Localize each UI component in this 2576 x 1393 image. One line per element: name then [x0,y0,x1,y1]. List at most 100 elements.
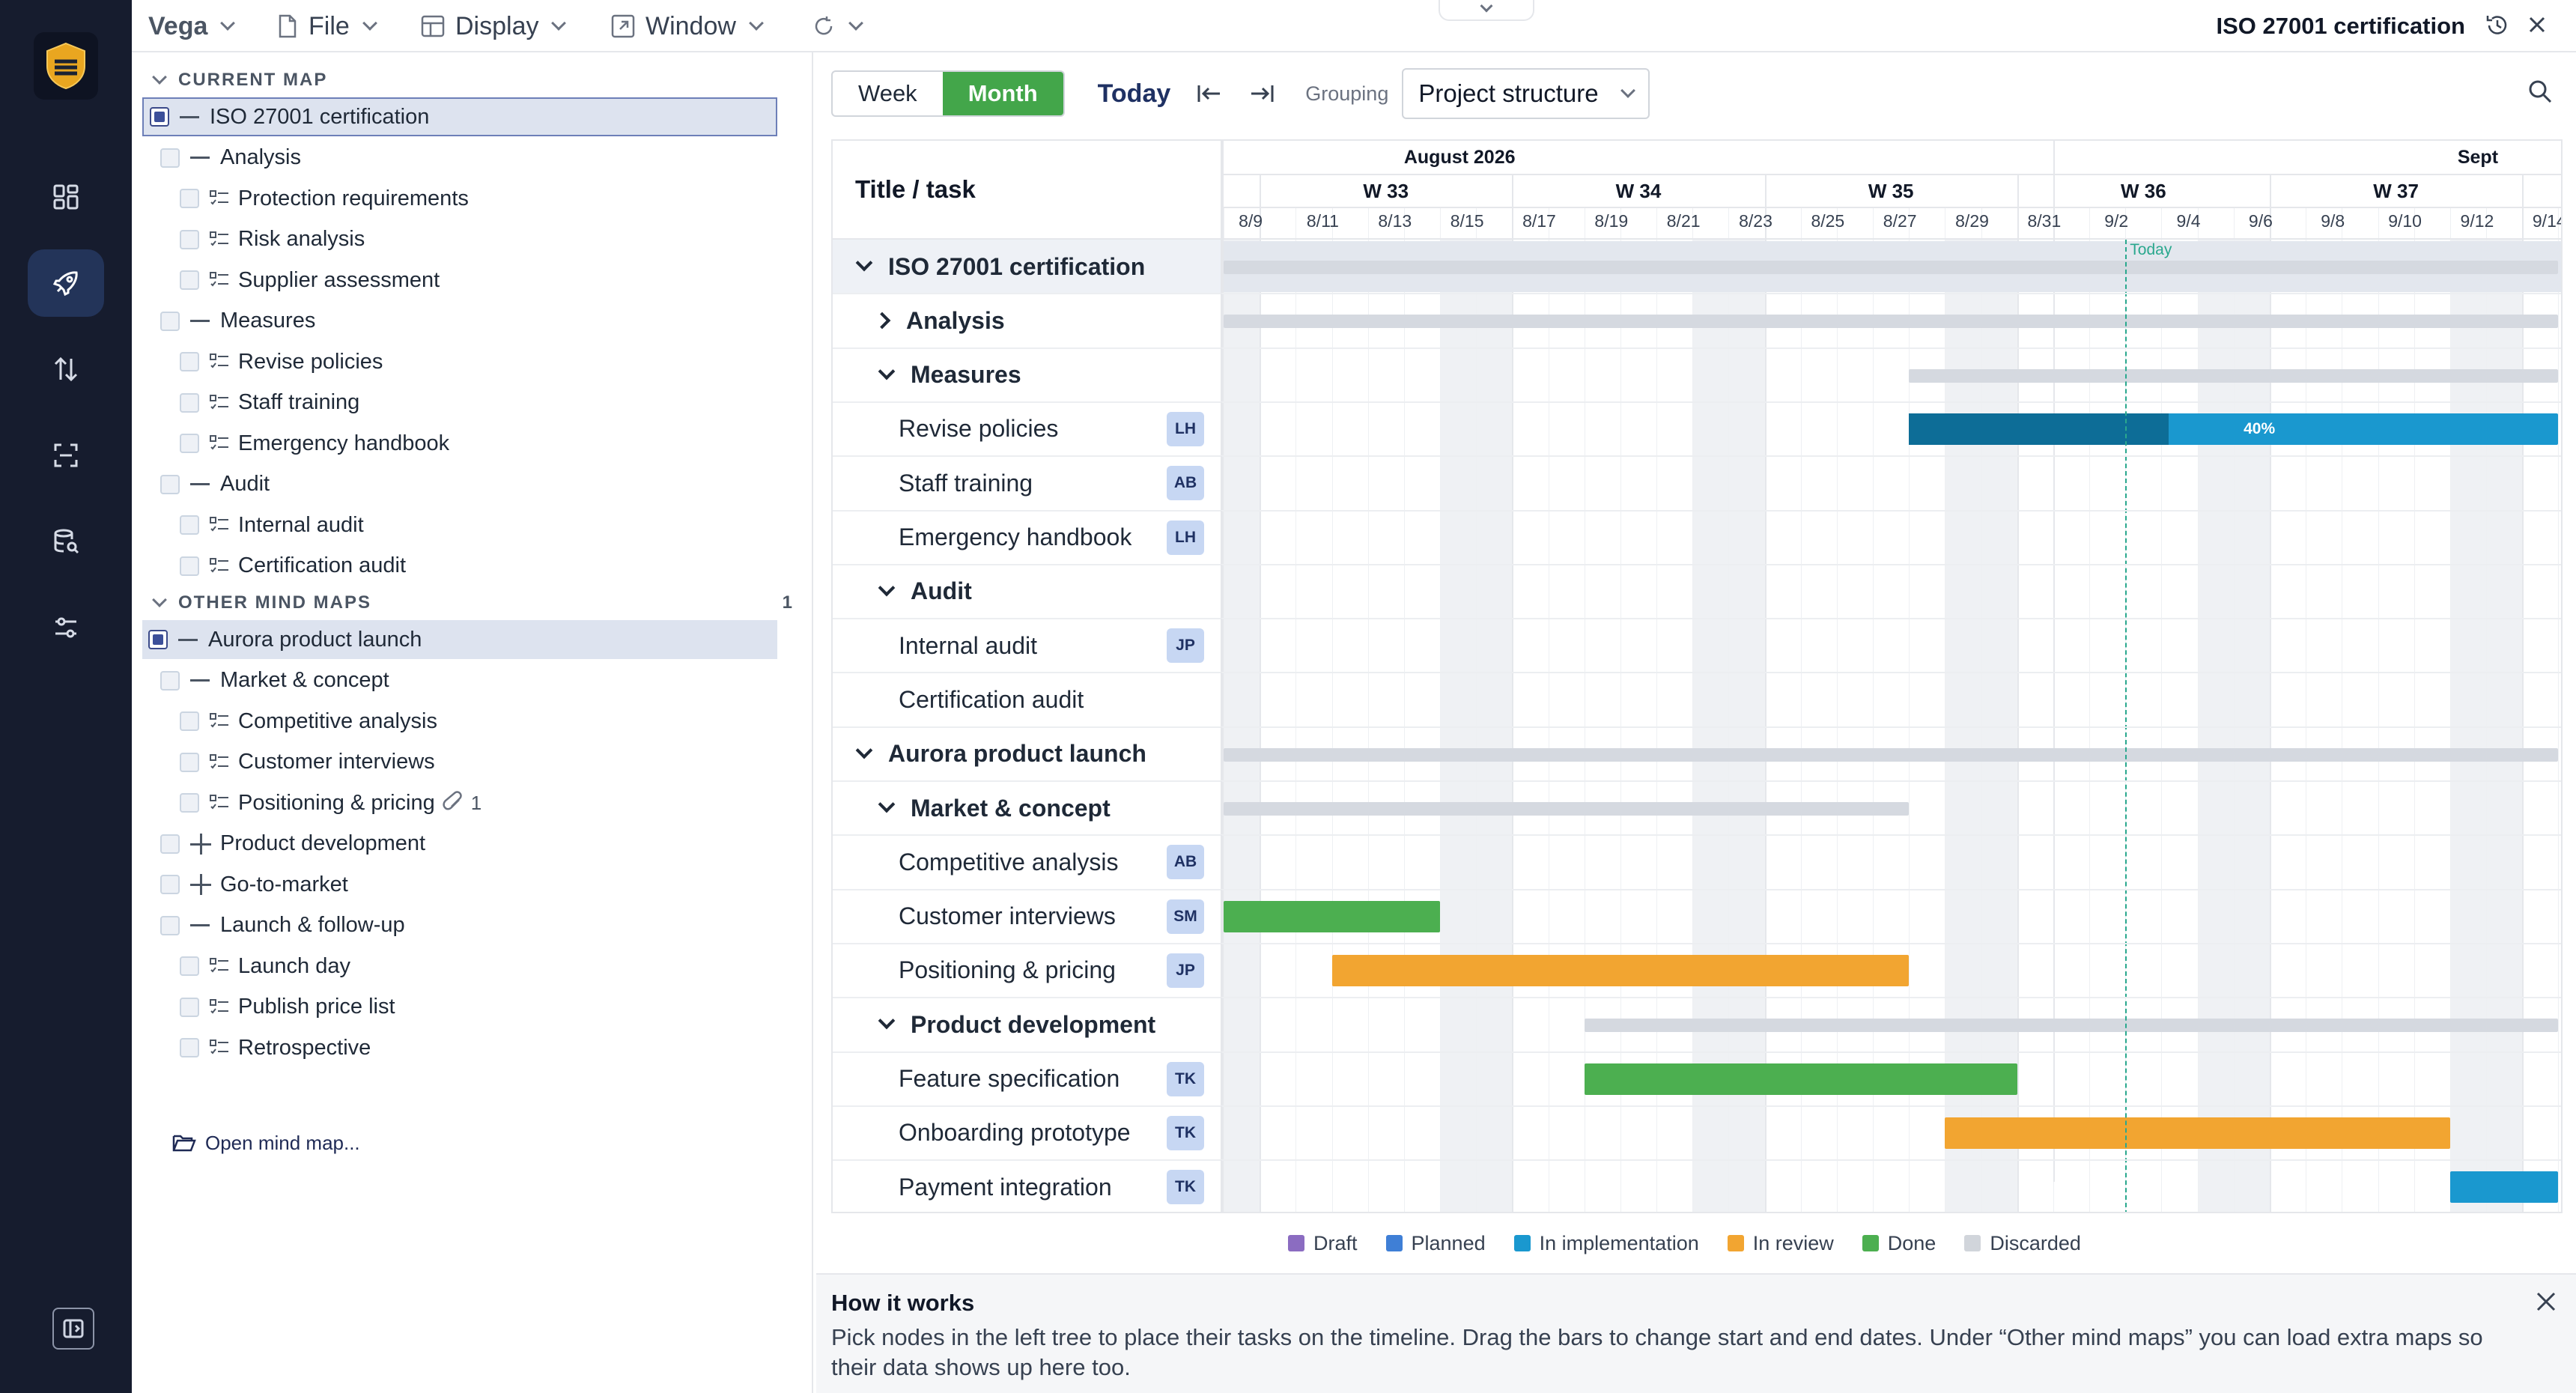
history-icon[interactable] [2485,13,2510,38]
task-bar[interactable] [1224,900,1441,932]
gantt-task-row[interactable]: Internal audit JP [833,619,1222,673]
node-checkbox[interactable] [160,670,180,691]
tree-node-11[interactable]: Certification audit [180,547,406,586]
tree-node-10[interactable]: Internal audit [180,506,364,544]
close-icon[interactable] [2534,1290,2558,1314]
search-icon[interactable] [2527,79,2553,104]
node-checkbox[interactable] [180,189,199,208]
gantt-task-row[interactable]: Positioning & pricing JP [833,943,1222,998]
gantt-group-row[interactable]: Market & concept [833,781,1222,835]
jump-to-start-icon[interactable] [1196,82,1223,105]
gantt-group-row[interactable]: Product development [833,998,1222,1052]
sort-arrows-icon[interactable] [28,336,104,403]
rocket-icon[interactable] [28,249,104,317]
node-checkbox[interactable] [180,556,199,576]
grouping-select[interactable]: Project structure [1402,68,1650,119]
node-checkbox[interactable] [160,915,180,935]
gantt-group-row[interactable]: Analysis [833,294,1222,348]
tree-node-5[interactable]: Product development [160,825,425,864]
chevron-right-icon[interactable] [873,312,891,330]
chevron-down-icon[interactable] [855,741,873,759]
gantt-task-row[interactable]: Feature specification TK [833,1051,1222,1106]
collapse-dash-icon[interactable] [180,115,199,118]
gantt-task-row[interactable]: Onboarding prototype TK [833,1105,1222,1160]
map-root-0[interactable]: Aurora product launch [142,620,777,659]
task-bar[interactable] [1584,1063,2017,1095]
chevron-down-icon[interactable] [855,254,873,272]
other-maps-section[interactable]: OTHER MIND MAPS 1 [150,588,813,618]
tree-node-6[interactable]: Go-to-market [160,865,348,904]
today-button[interactable]: Today [1098,79,1171,109]
tree-node-1[interactable]: Market & concept [160,661,389,700]
current-map-section[interactable]: CURRENT MAP [150,65,327,95]
node-checkbox[interactable] [180,956,199,976]
collapse-dash-icon[interactable] [190,924,210,926]
node-checkbox[interactable] [180,711,199,731]
tree-node-4[interactable]: Positioning & pricing 1 [180,783,482,822]
node-checkbox[interactable] [180,793,199,813]
node-checkbox[interactable] [180,1038,199,1057]
chevron-down-icon[interactable] [878,795,896,813]
tree-node-1[interactable]: Analysis [160,139,301,177]
node-checkbox[interactable] [150,107,169,127]
gantt-group-row[interactable]: ISO 27001 certification [833,240,1222,294]
chevron-down-icon[interactable] [878,1012,896,1030]
chevron-down-icon[interactable] [878,579,896,597]
task-bar[interactable] [1945,1117,2450,1149]
node-checkbox[interactable] [180,997,199,1017]
collapse-dash-icon[interactable] [190,320,210,322]
node-checkbox[interactable] [180,434,199,453]
node-checkbox[interactable] [180,229,199,249]
gantt-task-row[interactable]: Revise policies LH [833,401,1222,456]
task-bar[interactable] [1331,954,1910,986]
tree-node-7[interactable]: Launch & follow-up [160,906,405,945]
collapse-dash-icon[interactable] [178,638,198,641]
node-checkbox[interactable] [180,752,199,772]
tree-node-4[interactable]: Supplier assessment [180,261,440,300]
app-menu[interactable]: Vega [148,0,236,52]
node-checkbox[interactable] [148,630,168,649]
month-view-button[interactable]: Month [942,72,1063,115]
display-menu[interactable]: Display [421,0,567,52]
expand-plus-icon[interactable] [190,874,211,895]
dashboard-icon[interactable] [28,163,104,231]
collapse-dash-icon[interactable] [190,679,210,682]
node-checkbox[interactable] [180,515,199,535]
tree-node-3[interactable]: Customer interviews [180,743,435,782]
toggle-sidebar-icon[interactable] [52,1308,94,1350]
jump-to-end-icon[interactable] [1248,82,1275,105]
gantt-task-row[interactable]: Customer interviews SM [833,889,1222,944]
node-checkbox[interactable] [180,270,199,290]
map-root-0[interactable]: ISO 27001 certification [142,97,777,136]
task-bar[interactable] [2449,1171,2559,1204]
scan-icon[interactable] [28,422,104,489]
task-bar[interactable]: 40% [1909,413,2559,445]
collapse-handle[interactable] [1439,0,1534,21]
tree-node-6[interactable]: Revise policies [180,342,383,381]
tree-node-2[interactable]: Competitive analysis [180,702,437,741]
file-menu[interactable]: File [277,0,377,52]
tree-node-9[interactable]: Publish price list [180,988,395,1027]
node-checkbox[interactable] [160,474,180,494]
node-checkbox[interactable] [160,148,180,168]
tree-node-9[interactable]: Audit [160,465,270,504]
node-checkbox[interactable] [160,311,180,331]
gantt-group-row[interactable]: Aurora product launch [833,726,1222,781]
sync-menu[interactable] [812,0,863,52]
tree-node-8[interactable]: Emergency handbook [180,424,449,463]
gantt-group-row[interactable]: Audit [833,564,1222,619]
tree-node-5[interactable]: Measures [160,302,315,341]
tree-node-2[interactable]: Protection requirements [180,179,469,218]
gantt-group-row[interactable]: Measures [833,348,1222,402]
node-checkbox[interactable] [180,392,199,413]
gantt-task-row[interactable]: Payment integration TK [833,1160,1222,1212]
gantt-task-row[interactable]: Staff training AB [833,456,1222,511]
node-checkbox[interactable] [160,834,180,854]
tree-node-3[interactable]: Risk analysis [180,220,365,259]
tree-node-7[interactable]: Staff training [180,383,359,422]
collapse-dash-icon[interactable] [190,157,210,159]
tree-node-8[interactable]: Launch day [180,947,350,986]
week-view-button[interactable]: Week [833,72,943,115]
gantt-task-row[interactable]: Competitive analysis AB [833,835,1222,890]
window-menu[interactable]: Window [611,0,764,52]
